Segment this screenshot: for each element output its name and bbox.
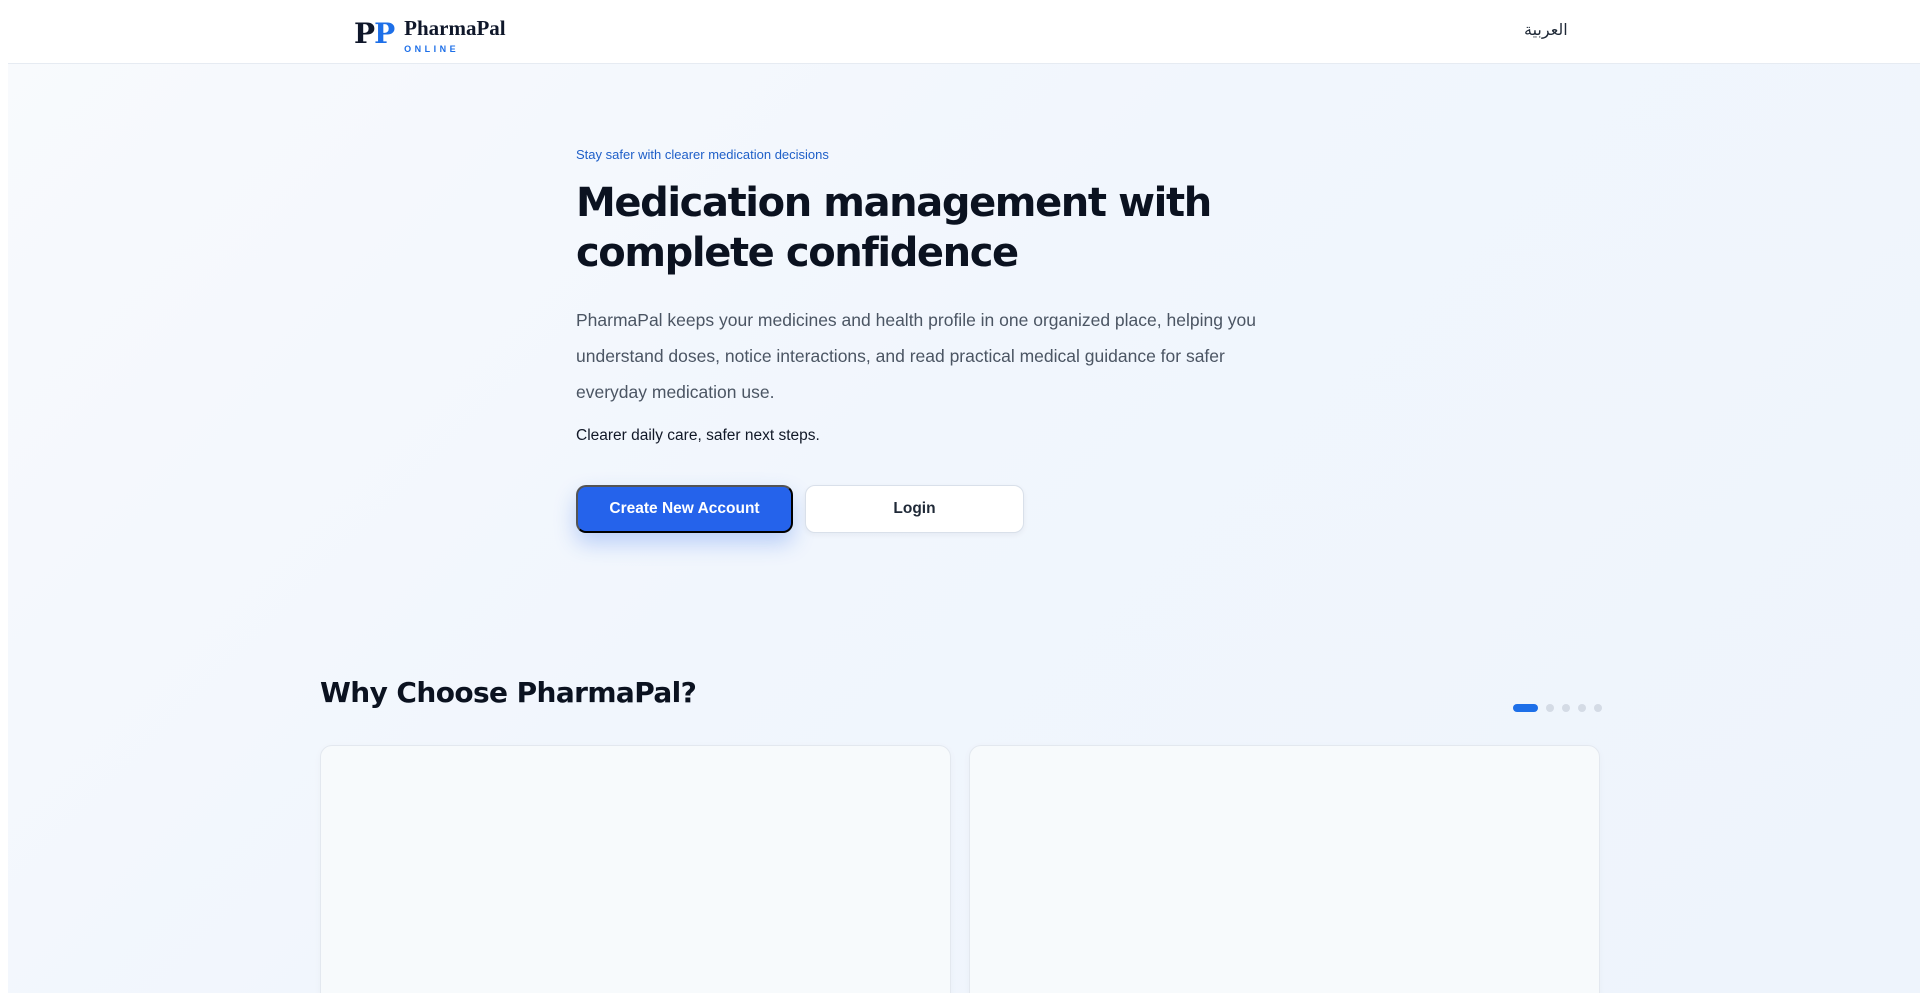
page: PP PharmaPal ONLINE العربية Stay safer w…	[8, 0, 1920, 993]
carousel-dot[interactable]	[1562, 704, 1570, 712]
carousel-dot[interactable]	[1594, 704, 1602, 712]
left-edge	[0, 0, 8, 993]
carousel-dot[interactable]	[1578, 704, 1586, 712]
carousel-dot[interactable]	[1546, 704, 1554, 712]
logo-text: PharmaPal ONLINE	[404, 16, 505, 54]
hero-note: Clearer daily care, safer next steps.	[576, 427, 820, 444]
carousel-dots	[1513, 704, 1602, 712]
carousel-dot[interactable]	[1513, 704, 1538, 712]
login-button[interactable]: Login	[805, 485, 1024, 533]
logo-monogram: PP	[354, 17, 395, 50]
hero-eyebrow: Stay safer with clearer medication decis…	[576, 147, 829, 162]
hero-title: Medication management with complete conf…	[576, 180, 1212, 276]
section-title: Why Choose PharmaPal?	[320, 676, 697, 709]
language-switch-link[interactable]: العربية	[1524, 20, 1568, 39]
hero-description: PharmaPal keeps your medicines and healt…	[576, 310, 1257, 402]
top-navbar: PP PharmaPal ONLINE العربية	[8, 0, 1920, 64]
logo-letter-dark: P	[354, 17, 375, 50]
create-account-button[interactable]: Create New Account	[576, 485, 793, 533]
feature-card	[969, 745, 1600, 993]
feature-card	[320, 745, 951, 993]
brand-subtitle: ONLINE	[404, 44, 460, 54]
logo-letter-blue: P	[374, 17, 395, 50]
brand-name: PharmaPal	[404, 16, 506, 40]
brand-logo[interactable]: PP PharmaPal ONLINE	[354, 16, 506, 56]
